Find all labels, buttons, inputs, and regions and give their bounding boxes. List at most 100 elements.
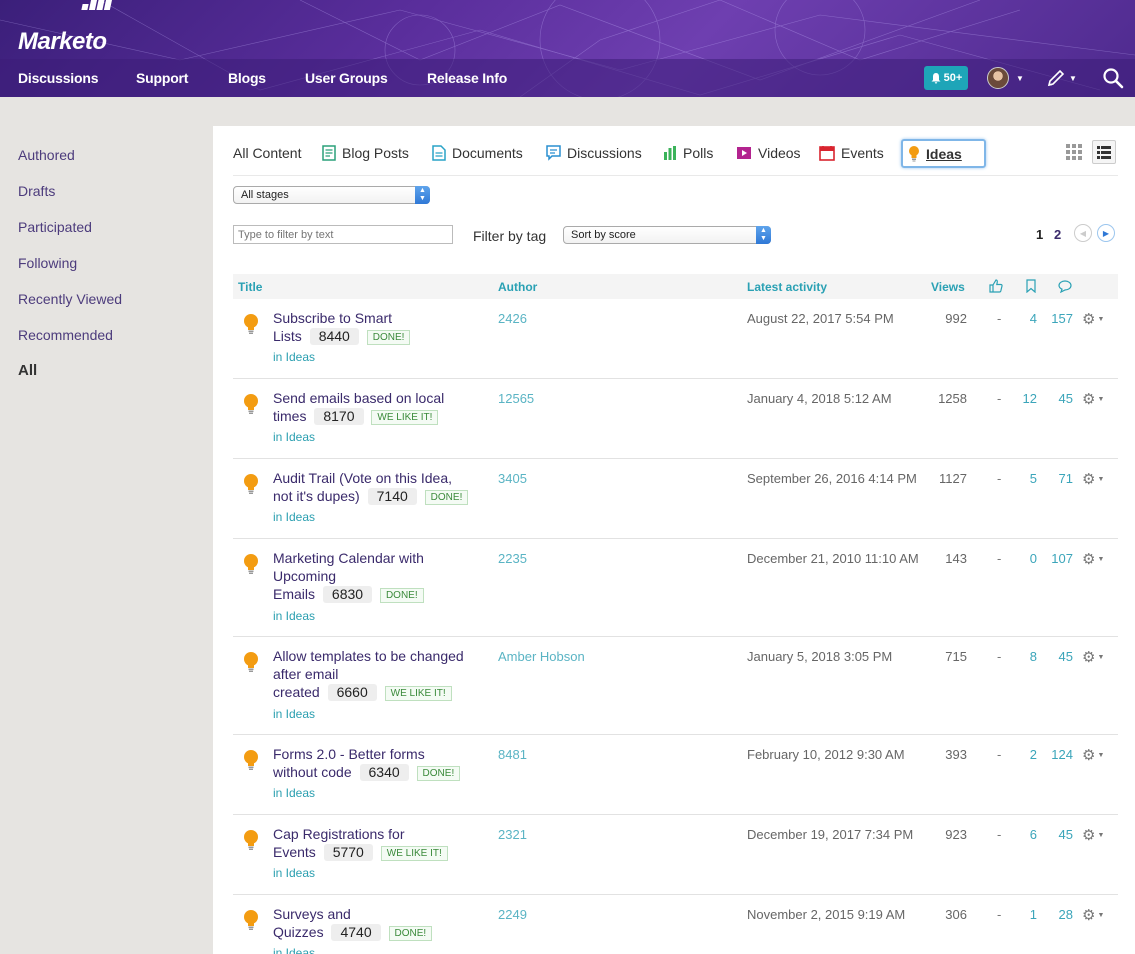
comments-count[interactable]: 45 — [1045, 827, 1073, 842]
author-link[interactable]: 2249 — [498, 907, 527, 922]
bookmarks-count[interactable]: 8 — [1017, 649, 1037, 664]
sidebar-item-authored[interactable]: Authored — [18, 147, 75, 163]
place-link[interactable]: in Ideas — [273, 609, 315, 623]
author-link[interactable]: 3405 — [498, 471, 527, 486]
tab-polls[interactable]: Polls — [663, 145, 713, 161]
sidebar-item-drafts[interactable]: Drafts — [18, 183, 55, 199]
table-row[interactable]: Send emails based on local times 8170 WE… — [233, 379, 1118, 459]
place-link[interactable]: in Ideas — [273, 866, 315, 880]
sidebar-item-all[interactable]: All — [18, 362, 37, 379]
place-link[interactable]: in Ideas — [273, 430, 315, 444]
tab-blog-posts[interactable]: Blog Posts — [322, 145, 409, 161]
tab-ideas[interactable]: Ideas — [901, 139, 986, 168]
comments-count[interactable]: 124 — [1045, 747, 1073, 762]
place-link[interactable]: in Ideas — [273, 786, 315, 800]
next-page-button[interactable]: ▶ — [1097, 224, 1115, 242]
search-icon[interactable] — [1102, 67, 1124, 89]
sidebar-item-recommended[interactable]: Recommended — [18, 327, 113, 343]
comments-count[interactable]: 45 — [1045, 649, 1073, 664]
row-actions-button[interactable]: ⚙ ▼ — [1082, 746, 1104, 764]
author-link[interactable]: Amber Hobson — [498, 649, 585, 664]
tab-documents[interactable]: Documents — [432, 145, 523, 161]
prev-page-button[interactable]: ◀ — [1074, 224, 1092, 242]
comments-count[interactable]: 71 — [1045, 471, 1073, 486]
idea-title-link[interactable]: Cap Registrations for Events 5770 WE LIK… — [273, 825, 488, 861]
stage-select[interactable]: All stages ▲ ▼ — [233, 186, 430, 204]
tab-discussions[interactable]: Discussions — [546, 145, 642, 161]
thumbs-up-icon[interactable] — [989, 279, 1003, 293]
row-actions-button[interactable]: ⚙ ▼ — [1082, 550, 1104, 568]
idea-title-link[interactable]: Surveys and Quizzes 4740 DONE! — [273, 905, 488, 941]
row-actions-button[interactable]: ⚙ ▼ — [1082, 648, 1104, 666]
comments-count[interactable]: 28 — [1045, 907, 1073, 922]
row-actions-button[interactable]: ⚙ ▼ — [1082, 826, 1104, 844]
sidebar-item-participated[interactable]: Participated — [18, 219, 92, 235]
table-row[interactable]: Surveys and Quizzes 4740 DONE! in Ideas … — [233, 895, 1118, 954]
user-avatar[interactable] — [987, 67, 1009, 89]
bookmarks-count[interactable]: 1 — [1017, 907, 1037, 922]
idea-title-link[interactable]: Allow templates to be changed after emai… — [273, 647, 488, 701]
grid-view-button[interactable] — [1062, 140, 1086, 164]
author-link[interactable]: 12565 — [498, 391, 534, 406]
tab-events[interactable]: Events — [819, 145, 884, 161]
col-author[interactable]: Author — [498, 280, 537, 294]
page-1-link[interactable]: 1 — [1036, 227, 1043, 242]
place-link[interactable]: in Ideas — [273, 946, 315, 954]
sort-select[interactable]: Sort by score ▲ ▼ — [563, 226, 771, 244]
list-view-button[interactable] — [1092, 140, 1116, 164]
table-row[interactable]: Allow templates to be changed after emai… — [233, 637, 1118, 735]
page-2-link[interactable]: 2 — [1054, 227, 1061, 242]
bookmarks-count[interactable]: 4 — [1017, 311, 1037, 326]
comments-count[interactable]: 157 — [1045, 311, 1073, 326]
bookmarks-count[interactable]: 2 — [1017, 747, 1037, 762]
place-link[interactable]: in Ideas — [273, 350, 315, 364]
table-row[interactable]: Marketing Calendar with Upcoming Emails … — [233, 539, 1118, 637]
place-link[interactable]: in Ideas — [273, 510, 315, 524]
nav-user-groups[interactable]: User Groups — [305, 70, 388, 86]
comments-count[interactable]: 45 — [1045, 391, 1073, 406]
col-views[interactable]: Views — [931, 280, 965, 294]
author-link[interactable]: 2235 — [498, 551, 527, 566]
table-row[interactable]: Cap Registrations for Events 5770 WE LIK… — [233, 815, 1118, 895]
table-row[interactable]: Subscribe to Smart Lists 8440 DONE! in I… — [233, 299, 1118, 379]
idea-title-link[interactable]: Forms 2.0 - Better forms without code 63… — [273, 745, 488, 781]
author-link[interactable]: 2321 — [498, 827, 527, 842]
bookmark-icon[interactable] — [1025, 279, 1037, 293]
table-row[interactable]: Audit Trail (Vote on this Idea, not it's… — [233, 459, 1118, 539]
sidebar-item-recently-viewed[interactable]: Recently Viewed — [18, 291, 122, 307]
tab-videos[interactable]: Videos — [736, 145, 801, 161]
col-title[interactable]: Title — [238, 280, 262, 294]
author-link[interactable]: 8481 — [498, 747, 527, 762]
filter-by-tag-link[interactable]: Filter by tag — [473, 228, 546, 244]
row-actions-button[interactable]: ⚙ ▼ — [1082, 310, 1104, 328]
col-latest-activity[interactable]: Latest activity — [747, 280, 827, 294]
marketo-logo[interactable]: Marketo — [18, 28, 107, 56]
bookmarks-count[interactable]: 5 — [1017, 471, 1037, 486]
nav-release-info[interactable]: Release Info — [427, 70, 507, 86]
bookmarks-count[interactable]: 6 — [1017, 827, 1037, 842]
idea-title-link[interactable]: Subscribe to Smart Lists 8440 DONE! — [273, 309, 488, 345]
table-row[interactable]: Forms 2.0 - Better forms without code 63… — [233, 735, 1118, 815]
bookmarks-count[interactable]: 12 — [1017, 391, 1037, 406]
row-actions-button[interactable]: ⚙ ▼ — [1082, 470, 1104, 488]
nav-support[interactable]: Support — [136, 70, 188, 86]
row-actions-button[interactable]: ⚙ ▼ — [1082, 906, 1104, 924]
nav-blogs[interactable]: Blogs — [228, 70, 266, 86]
chevron-down-icon[interactable]: ▼ — [1069, 74, 1077, 83]
pencil-icon[interactable] — [1046, 67, 1068, 89]
chevron-down-icon[interactable]: ▼ — [1016, 74, 1024, 83]
idea-title-link[interactable]: Marketing Calendar with Upcoming Emails … — [273, 549, 488, 603]
tab-all-content[interactable]: All Content — [233, 145, 301, 161]
notifications-button[interactable]: 50+ — [924, 66, 968, 90]
bookmarks-count[interactable]: 0 — [1017, 551, 1037, 566]
filter-text-input[interactable] — [233, 225, 453, 244]
author-link[interactable]: 2426 — [498, 311, 527, 326]
place-link[interactable]: in Ideas — [273, 707, 315, 721]
row-actions-button[interactable]: ⚙ ▼ — [1082, 390, 1104, 408]
comment-icon[interactable] — [1058, 279, 1072, 293]
idea-title-link[interactable]: Send emails based on local times 8170 WE… — [273, 389, 488, 425]
comments-count[interactable]: 107 — [1045, 551, 1073, 566]
sidebar-item-following[interactable]: Following — [18, 255, 77, 271]
idea-title-link[interactable]: Audit Trail (Vote on this Idea, not it's… — [273, 469, 488, 505]
nav-discussions[interactable]: Discussions — [18, 70, 98, 86]
